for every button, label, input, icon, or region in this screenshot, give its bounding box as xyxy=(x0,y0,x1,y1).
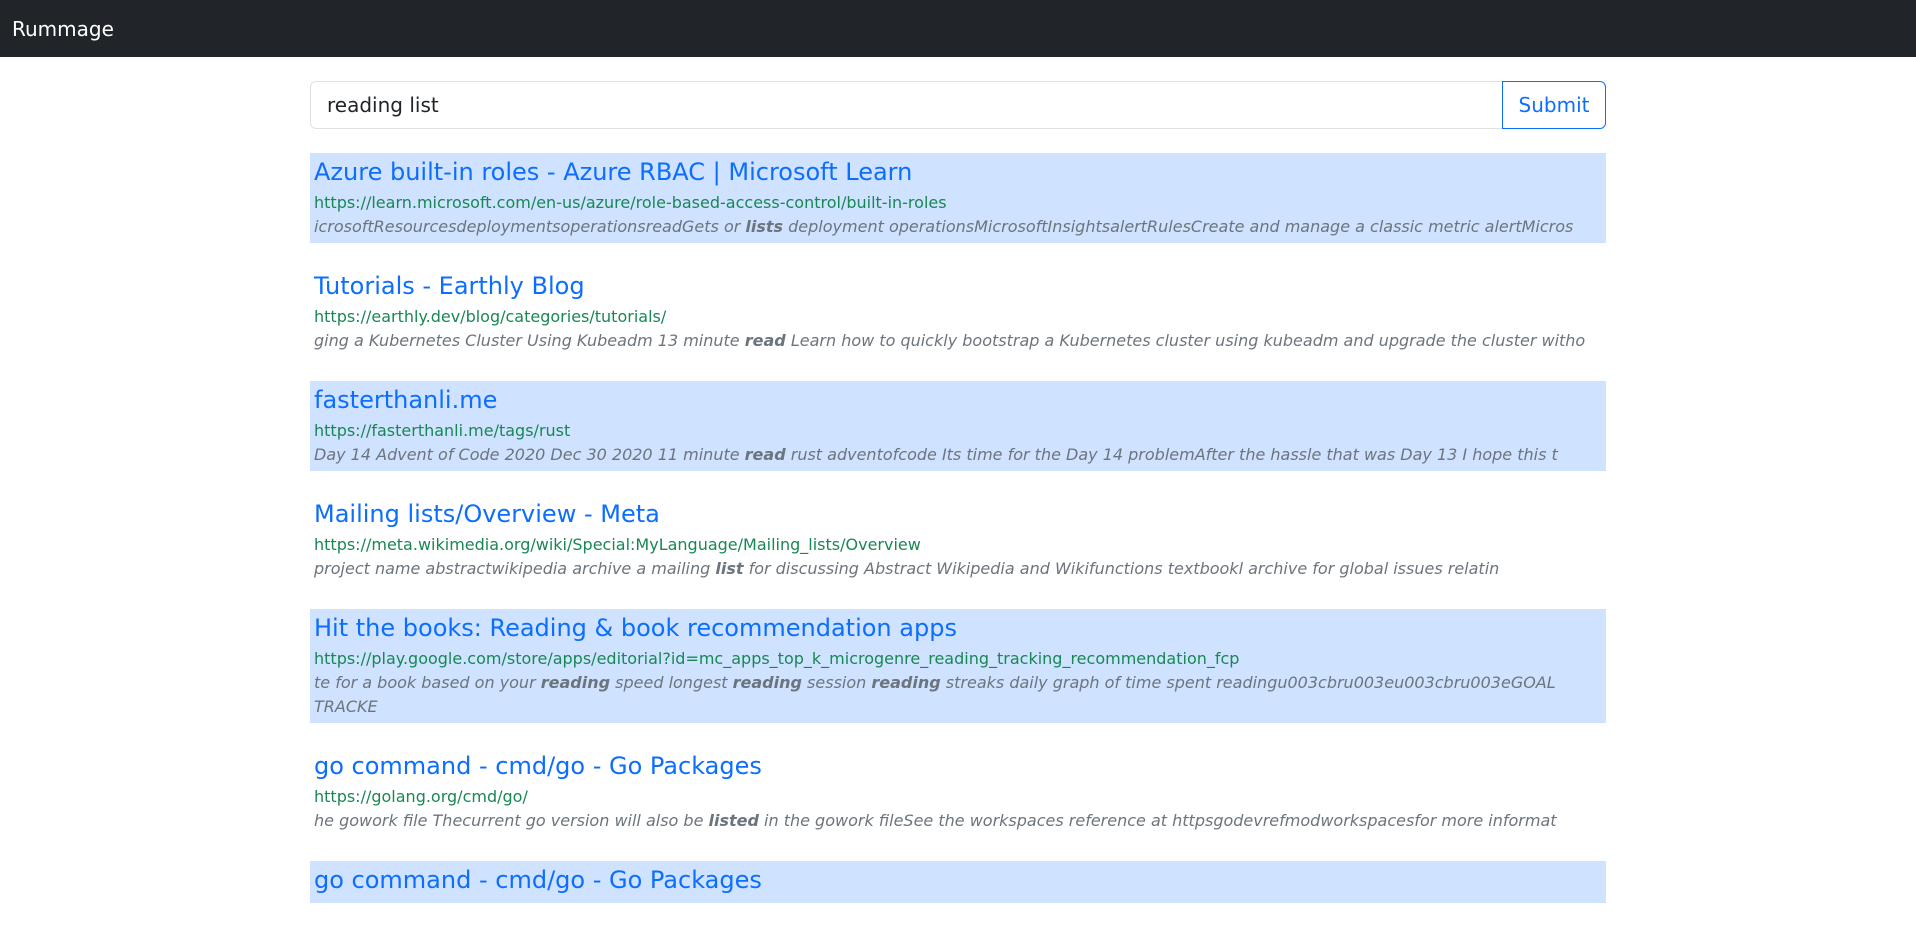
main-container: Submit Azure built-in roles - Azure RBAC… xyxy=(310,81,1606,927)
navbar: Rummage xyxy=(0,0,1916,57)
snippet-text: te for a book based on your xyxy=(314,673,541,692)
snippet-highlight: reading xyxy=(540,673,611,692)
result-snippet: Day 14 Advent of Code 2020 Dec 30 2020 1… xyxy=(314,443,1602,471)
result-title-link[interactable]: Tutorials - Earthly Blog xyxy=(314,269,1602,303)
result-snippet: icrosoftResourcesdeploymentsoperationsre… xyxy=(314,215,1602,243)
snippet-text: for discussing Abstract Wikipedia and Wi… xyxy=(743,559,1500,578)
submit-button[interactable]: Submit xyxy=(1502,81,1606,129)
result-item: Azure built-in roles - Azure RBAC | Micr… xyxy=(310,153,1606,243)
result-snippet: project name abstractwikipedia archive a… xyxy=(314,557,1602,585)
result-item: go command - cmd/go - Go Packages https:/… xyxy=(310,747,1606,837)
snippet-text: icrosoftResourcesdeploymentsoperationsre… xyxy=(314,217,746,236)
result-url: https://earthly.dev/blog/categories/tuto… xyxy=(314,307,667,326)
snippet-text: speed longest xyxy=(610,673,733,692)
snippet-text: deployment operationsMicrosoftInsightsal… xyxy=(783,217,1574,236)
snippet-highlight: read xyxy=(744,331,786,350)
result-snippet: he gowork file Thecurrent go version wil… xyxy=(314,809,1602,837)
snippet-text: session xyxy=(801,673,872,692)
result-item: Hit the books: Reading & book recommenda… xyxy=(310,609,1606,723)
snippet-text: in the gowork fileSee the workspaces ref… xyxy=(758,811,1557,830)
snippet-text: he gowork file Thecurrent go version wil… xyxy=(314,811,709,830)
result-url: https://learn.microsoft.com/en-us/azure/… xyxy=(314,193,947,212)
search-input[interactable] xyxy=(310,81,1502,129)
snippet-text: ging a Kubernetes Cluster Using Kubeadm … xyxy=(314,331,745,350)
result-item: go command - cmd/go - Go Packages xyxy=(310,861,1606,903)
snippet-highlight: list xyxy=(715,559,744,578)
result-item: Mailing lists/Overview - Meta https://met… xyxy=(310,495,1606,585)
result-snippet xyxy=(314,899,1602,903)
result-url: https://fasterthanli.me/tags/rust xyxy=(314,421,571,440)
snippet-text: project name abstractwikipedia archive a… xyxy=(314,559,716,578)
result-url: https://meta.wikimedia.org/wiki/Special:… xyxy=(314,535,921,554)
result-title-link[interactable]: Hit the books: Reading & book recommenda… xyxy=(314,611,1602,645)
snippet-highlight: reading xyxy=(871,673,941,692)
result-item: fasterthanli.me https://fasterthanli.me/t… xyxy=(310,381,1606,471)
search-form: Submit xyxy=(310,81,1606,129)
result-snippet: te for a book based on your reading spee… xyxy=(314,671,1602,723)
result-item: Tutorials - Earthly Blog https://earthly.… xyxy=(310,267,1606,357)
snippet-text: Day 14 Advent of Code 2020 Dec 30 2020 1… xyxy=(314,445,745,464)
snippet-text: rust adventofcode Its time for the Day 1… xyxy=(785,445,1558,464)
results-list: Azure built-in roles - Azure RBAC | Micr… xyxy=(310,153,1606,903)
snippet-highlight: listed xyxy=(708,811,759,830)
result-title-link[interactable]: Mailing lists/Overview - Meta xyxy=(314,497,1602,531)
result-title-link[interactable]: fasterthanli.me xyxy=(314,383,1602,417)
snippet-highlight: reading xyxy=(732,673,802,692)
result-title-link[interactable]: Azure built-in roles - Azure RBAC | Micr… xyxy=(314,155,1602,189)
result-url: https://golang.org/cmd/go/ xyxy=(314,787,528,806)
brand-logo-text[interactable]: Rummage xyxy=(12,17,114,41)
result-url: https://play.google.com/store/apps/edito… xyxy=(314,649,1240,668)
snippet-highlight: lists xyxy=(745,217,784,236)
snippet-text: Learn how to quickly bootstrap a Kuberne… xyxy=(785,331,1586,350)
snippet-highlight: read xyxy=(744,445,786,464)
result-title-link[interactable]: go command - cmd/go - Go Packages xyxy=(314,749,1602,783)
result-title-link[interactable]: go command - cmd/go - Go Packages xyxy=(314,863,1602,897)
result-snippet: ging a Kubernetes Cluster Using Kubeadm … xyxy=(314,329,1602,357)
